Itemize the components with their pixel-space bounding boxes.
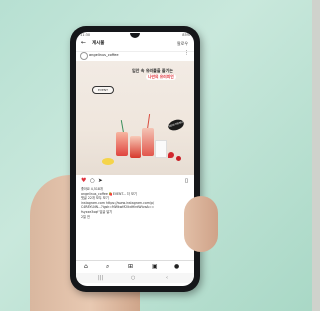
- drink-box: [155, 140, 167, 158]
- comment-icon[interactable]: ○: [90, 178, 95, 184]
- bookmark-icon[interactable]: ▯: [185, 178, 188, 184]
- drink-glass: [142, 128, 154, 156]
- strawberry: [176, 156, 181, 161]
- recent-apps-icon[interactable]: |||: [98, 275, 103, 281]
- bottom-nav: ⌂ ⌕ ⊞ ▣ ●: [76, 260, 194, 273]
- event-pill: EVENT: [92, 86, 114, 94]
- thumb: [184, 196, 218, 252]
- status-battery: 85%: [182, 33, 190, 37]
- more-options-icon[interactable]: ⋮: [184, 51, 189, 56]
- home-button-icon[interactable]: ○: [131, 275, 135, 281]
- drink-glass: [116, 132, 128, 156]
- post-caption: 좋아요 4,518개 angelinus_coffee 🍓EVENT... 더 …: [81, 187, 189, 219]
- system-back-icon[interactable]: ‹: [166, 275, 168, 281]
- heart-icon[interactable]: ♥: [81, 178, 86, 184]
- strawberry: [168, 152, 174, 158]
- share-icon[interactable]: ➤: [98, 178, 103, 184]
- reels-icon[interactable]: ▣: [152, 263, 158, 270]
- home-icon[interactable]: ⌂: [84, 263, 88, 270]
- avatar[interactable]: [80, 52, 88, 60]
- add-icon[interactable]: ⊞: [128, 263, 133, 270]
- profile-icon[interactable]: ●: [174, 263, 179, 270]
- post-username[interactable]: angelinus_coffee: [89, 53, 118, 58]
- camera-notch: [130, 33, 140, 38]
- post-headline: 입안 속 유러플을 즐기는: [132, 68, 173, 73]
- page-title: 게시물: [92, 41, 105, 46]
- top-bar: ← 게시물 팔로우: [76, 39, 194, 48]
- post-timestamp: 2일 전: [81, 214, 90, 219]
- drink-glass: [130, 136, 141, 158]
- lemon-slice: [102, 158, 114, 165]
- system-nav-bar: ||| ○ ‹: [76, 273, 194, 283]
- phone-screen: 11:30 85% ← 게시물 팔로우 angelinus_coffee ⋮ 입…: [76, 32, 194, 286]
- post-headline-highlight: 나만의 유러피언: [146, 74, 176, 80]
- search-icon[interactable]: ⌕: [106, 263, 109, 270]
- status-time: 11:30: [80, 33, 91, 37]
- back-arrow-icon[interactable]: ←: [81, 40, 86, 46]
- follow-button[interactable]: 팔로우: [177, 41, 188, 46]
